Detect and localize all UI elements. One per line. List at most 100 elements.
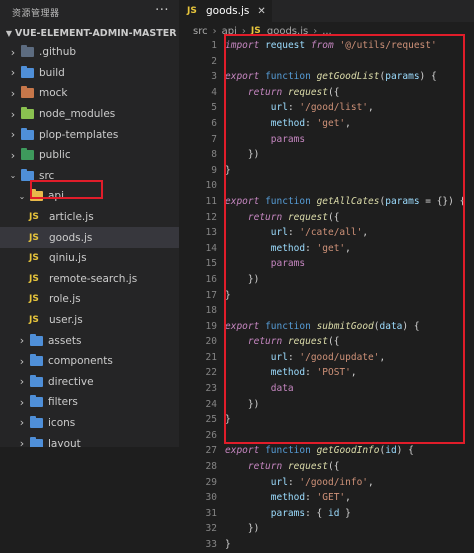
tree-item[interactable]: › filters: [0, 392, 179, 413]
project-root[interactable]: ▼ VUE-ELEMENT-ADMIN-MASTER: [0, 24, 179, 42]
code-token: :: [305, 492, 317, 504]
tree-item[interactable]: › public: [0, 145, 179, 166]
tree-item[interactable]: › assets: [0, 330, 179, 351]
line-number: 5: [211, 102, 217, 114]
tree-item[interactable]: › mock: [0, 83, 179, 104]
tree-item-label: layout: [48, 437, 81, 447]
line-number: 23: [205, 383, 217, 395]
line-number: 3: [211, 71, 217, 83]
tree-item[interactable]: › .github: [0, 42, 179, 63]
code-token: 'GET': [316, 492, 346, 504]
code-line: }: [225, 537, 470, 553]
tree-item-label: components: [48, 355, 113, 368]
code-token: '/good/info': [299, 476, 369, 488]
chevron-right-icon[interactable]: ›: [17, 416, 27, 429]
tree-item[interactable]: JS role.js: [0, 289, 179, 310]
code-line: method: 'GET',: [225, 490, 470, 506]
chevron-right-icon[interactable]: ›: [17, 437, 27, 447]
code-token: return: [247, 461, 283, 473]
line-number: 6: [211, 117, 217, 129]
line-number: 27: [205, 445, 217, 457]
tree-item[interactable]: › icons: [0, 413, 179, 434]
folder-icon: [21, 127, 34, 140]
folder-icon: [30, 333, 43, 346]
code-line: export function getGoodInfo(id) {: [225, 443, 470, 459]
line-number: 15: [205, 258, 217, 270]
tree-item[interactable]: › plop-templates: [0, 124, 179, 145]
code-token: id: [327, 507, 340, 519]
tree-item[interactable]: JS qiniu.js: [0, 248, 179, 269]
line-number: 7: [211, 133, 217, 145]
line-number: 30: [205, 492, 217, 504]
chevron-right-icon[interactable]: ›: [8, 87, 18, 100]
javascript-file-icon: JS: [29, 253, 39, 264]
tree-item-label: plop-templates: [39, 128, 119, 141]
tree-item-label: assets: [48, 334, 82, 347]
code-token: : {: [305, 507, 328, 519]
tree-item-label: node_modules: [39, 108, 116, 121]
tab-label: goods.js: [206, 5, 250, 17]
line-number: 14: [205, 242, 217, 254]
tab-goods-js[interactable]: JS goods.js ✕: [179, 0, 272, 22]
close-icon[interactable]: ✕: [257, 6, 265, 17]
code-token: url: [270, 476, 288, 488]
tree-item[interactable]: › layout: [0, 433, 179, 447]
chevron-right-icon[interactable]: ›: [8, 66, 18, 79]
tree-item[interactable]: JS user.js: [0, 310, 179, 331]
code-token: request: [287, 461, 328, 473]
line-number: 11: [205, 195, 217, 207]
project-name: VUE-ELEMENT-ADMIN-MASTER: [15, 27, 177, 39]
chevron-right-icon[interactable]: ›: [17, 334, 27, 347]
folder-icon: [21, 148, 34, 161]
line-number: 12: [205, 211, 217, 223]
line-number: 31: [205, 507, 217, 519]
chevron-right-icon[interactable]: ›: [17, 396, 27, 409]
tree-item[interactable]: › node_modules: [0, 104, 179, 125]
code-token: ,: [368, 476, 374, 488]
chevron-right-icon: ›: [212, 25, 217, 37]
tree-item[interactable]: › directive: [0, 372, 179, 393]
code-line: return request({: [225, 459, 470, 475]
line-number: 16: [205, 273, 217, 285]
tree-item-label: icons: [48, 416, 76, 429]
chevron-down-icon[interactable]: ⌄: [8, 171, 18, 180]
tree-item[interactable]: › components: [0, 351, 179, 372]
folder-icon: [21, 86, 34, 99]
chevron-right-icon[interactable]: ›: [8, 128, 18, 141]
code-token: params: [270, 507, 306, 519]
chevron-right-icon[interactable]: ›: [17, 355, 27, 368]
explorer-header: 资源管理器 ···: [0, 0, 179, 24]
javascript-file-icon: JS: [29, 273, 39, 284]
code-token: ) {: [396, 445, 414, 457]
chevron-right-icon[interactable]: ›: [17, 375, 27, 388]
folder-icon: [21, 107, 34, 120]
line-number: 18: [205, 305, 217, 317]
line-number: 10: [205, 180, 217, 192]
tree-item-label: qiniu.js: [49, 252, 87, 265]
javascript-file-icon: JS: [29, 315, 39, 326]
line-number: 20: [205, 336, 217, 348]
tree-item-label: mock: [39, 87, 68, 100]
ellipsis-icon[interactable]: ···: [155, 3, 169, 18]
line-number: 8: [211, 149, 217, 161]
tree-item[interactable]: JS article.js: [0, 207, 179, 228]
line-number: 22: [205, 367, 217, 379]
breadcrumb-item-src[interactable]: src: [193, 26, 208, 37]
tree-item[interactable]: JS goods.js: [0, 227, 179, 248]
tree-item-label: role.js: [49, 293, 81, 306]
chevron-right-icon[interactable]: ›: [8, 108, 18, 121]
chevron-down-icon[interactable]: ⌄: [17, 192, 27, 201]
line-number: 13: [205, 227, 217, 239]
line-number: 19: [205, 320, 217, 332]
chevron-right-icon[interactable]: ›: [8, 46, 18, 59]
chevron-right-icon[interactable]: ›: [8, 149, 18, 162]
line-number: 17: [205, 289, 217, 301]
tree-item[interactable]: › build: [0, 63, 179, 84]
code-token: method: [270, 492, 306, 504]
code-line: url: '/good/info',: [225, 475, 470, 491]
tree-item[interactable]: JS remote-search.js: [0, 269, 179, 290]
code-token: ,: [345, 492, 351, 504]
javascript-file-icon: JS: [187, 6, 197, 16]
code-highlight-box: [224, 34, 465, 444]
explorer-title: 资源管理器: [12, 8, 60, 19]
